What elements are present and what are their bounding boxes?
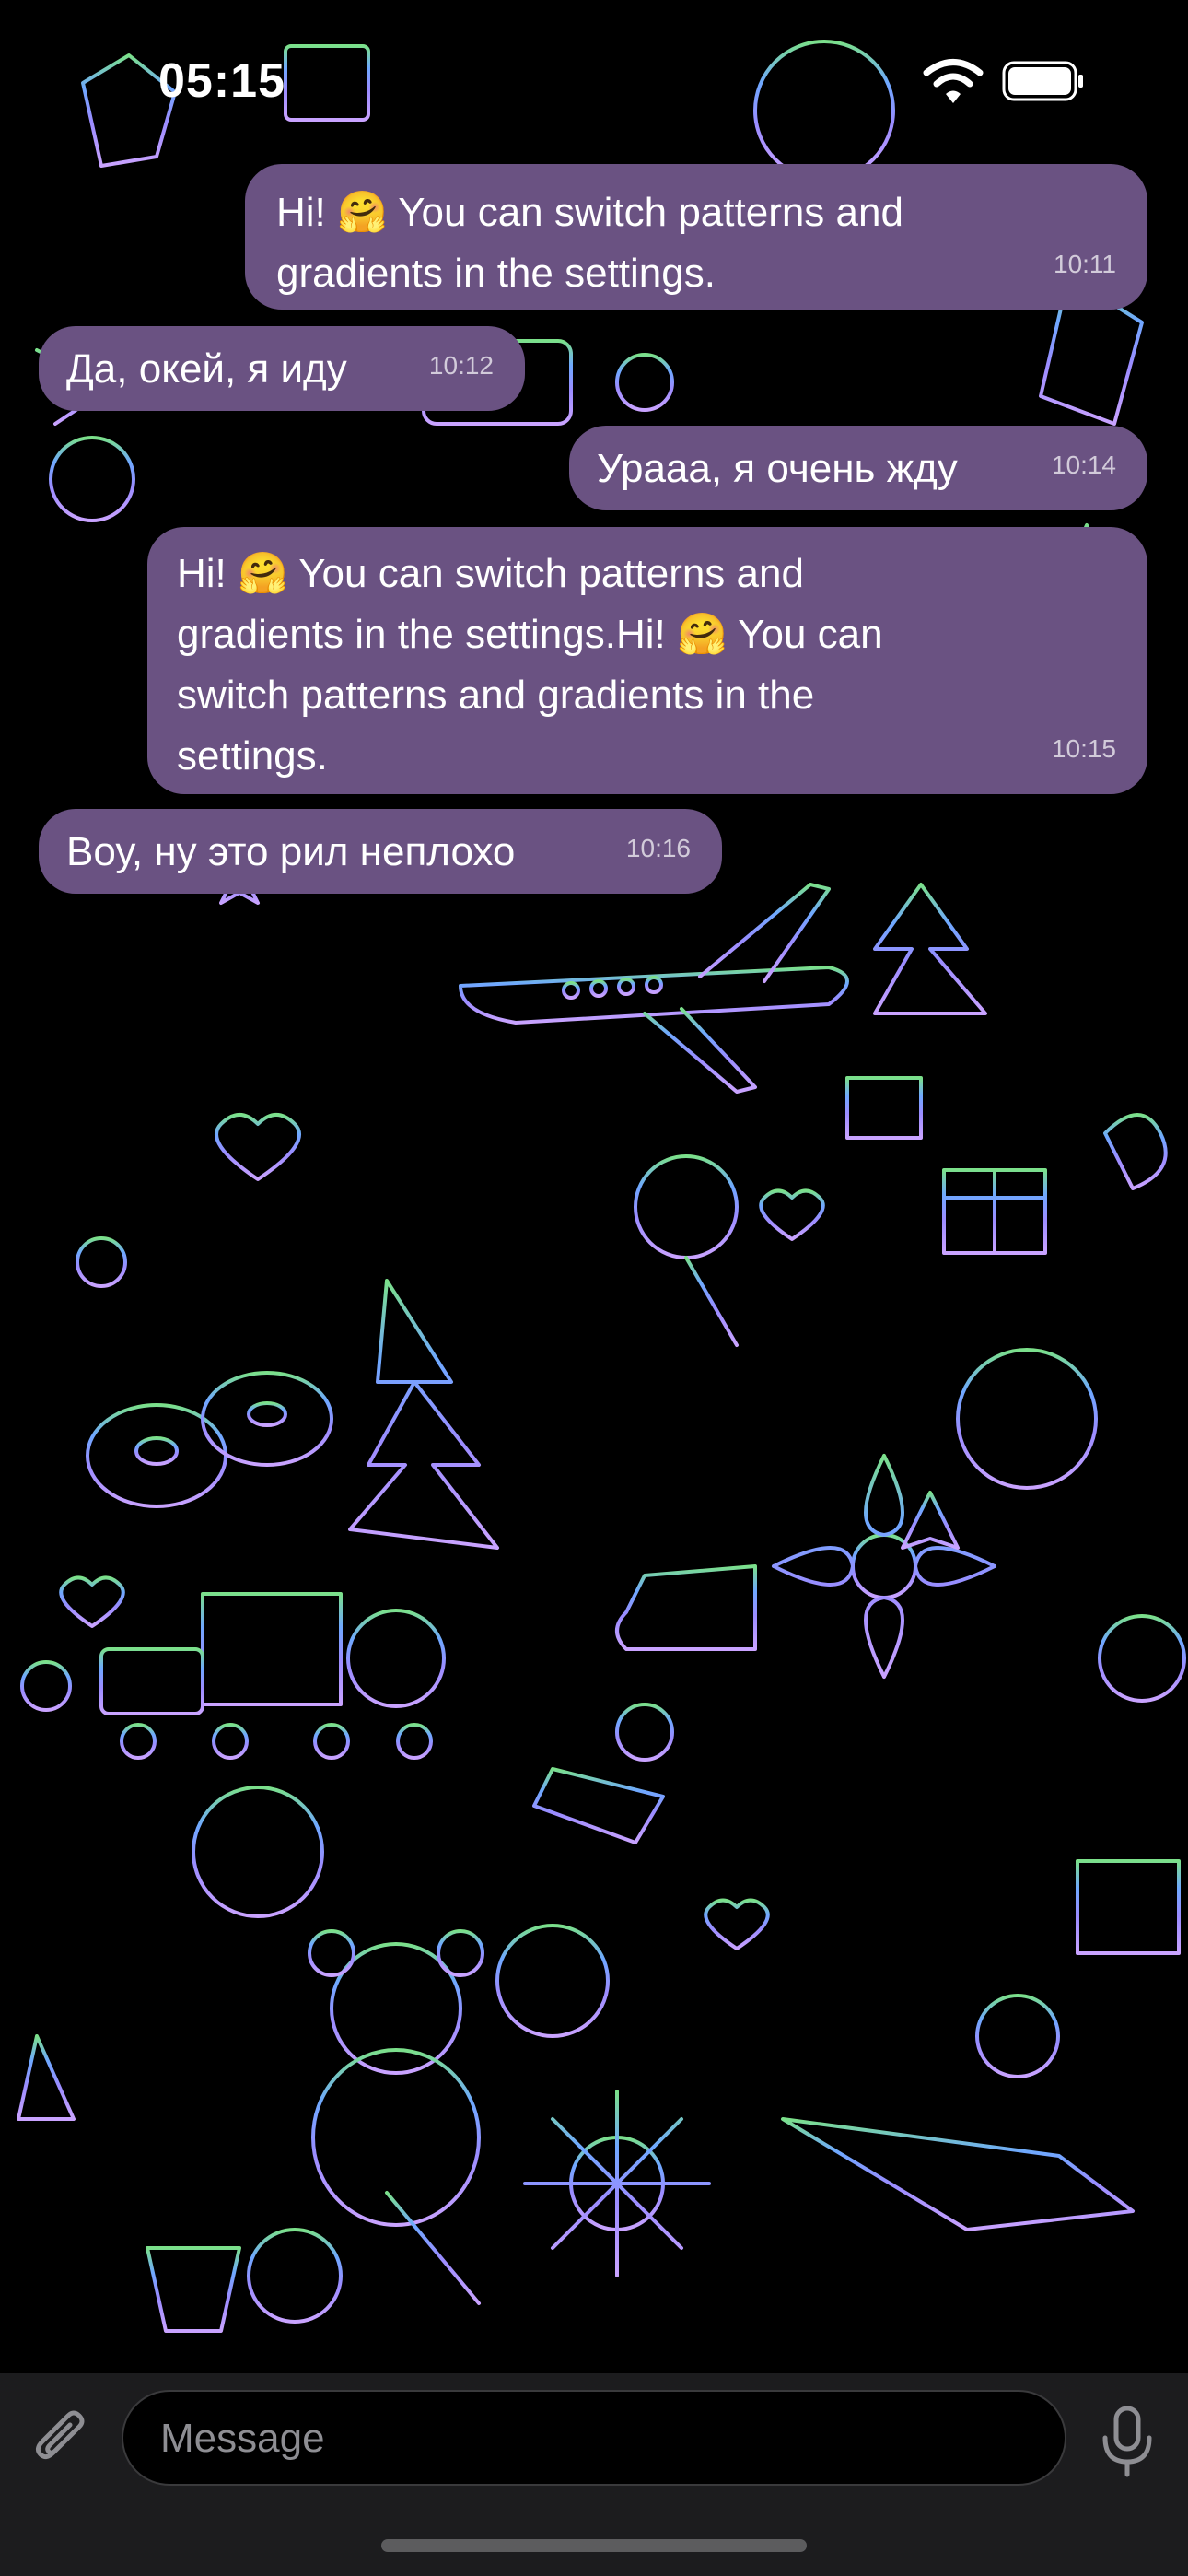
message-bubble-incoming[interactable]: Воу, ну это рил неплохо 10:16 <box>39 809 722 894</box>
microphone-icon[interactable] <box>1098 2405 1157 2478</box>
message-bubble-outgoing[interactable]: Урааа, я очень жду 10:14 <box>569 426 1147 510</box>
home-indicator[interactable] <box>381 2539 807 2552</box>
message-text: Hi! 🤗 You can switch patterns and gradie… <box>276 190 903 296</box>
message-time: 10:11 <box>1054 250 1116 278</box>
message-bubble-outgoing[interactable]: Hi! 🤗 You can switch patterns and gradie… <box>245 164 1147 310</box>
message-field <box>122 2390 1066 2486</box>
wifi-icon <box>923 59 984 103</box>
message-time: 10:12 <box>428 351 494 380</box>
message-bubble-outgoing[interactable]: Hi! 🤗 You can switch patterns and gradie… <box>147 527 1147 794</box>
status-bar: 05:15 <box>0 0 1188 166</box>
message-bubble-incoming[interactable]: Да, окей, я иду 10:12 <box>39 326 525 411</box>
message-text: Урааа, я очень жду <box>597 446 958 491</box>
status-time: 05:15 <box>158 54 285 108</box>
message-time: 10:15 <box>1051 734 1116 763</box>
battery-icon <box>1002 61 1083 101</box>
message-time: 10:14 <box>1051 451 1116 479</box>
message-input[interactable] <box>158 2392 1028 2486</box>
message-time: 10:16 <box>625 834 691 862</box>
message-text: Воу, ну это рил неплохо <box>66 829 516 874</box>
paperclip-icon[interactable] <box>26 2405 96 2475</box>
message-text: Hi! 🤗 You can switch patterns and gradie… <box>177 551 883 779</box>
